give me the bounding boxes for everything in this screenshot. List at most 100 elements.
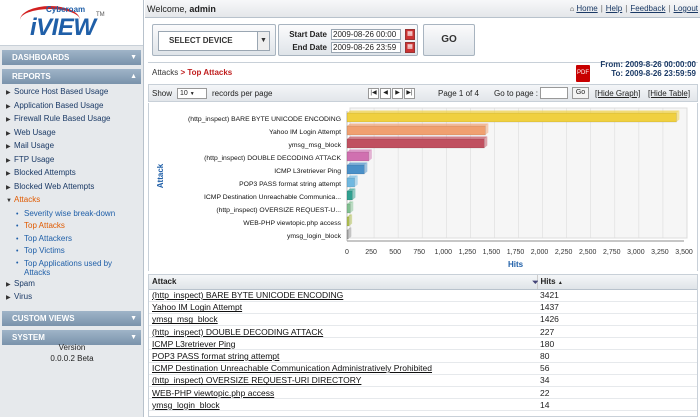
sidebar-subitem-top-attackers[interactable]: • Top Attackers xyxy=(0,233,143,246)
column-attack[interactable]: Attack ⏷ xyxy=(149,275,539,290)
table-row: ICMP Destination Unreachable Communicati… xyxy=(149,362,697,375)
sidebar-item-source-host[interactable]: ▶ Source Host Based Usage xyxy=(0,86,143,100)
data-table: Attack ⏷ Hits ▲ (http_inspect) BARE BYTE … xyxy=(149,275,697,412)
y-tick-label: ICMP L3retriever Ping xyxy=(274,168,341,175)
attack-link[interactable]: (http_inspect) OVERSIZE REQUEST-URI DIRE… xyxy=(152,375,361,385)
go-button[interactable]: GO xyxy=(423,24,475,56)
bullet-icon: • xyxy=(16,235,19,243)
calendar-icon[interactable]: ▦ xyxy=(405,42,415,53)
from-label: From: xyxy=(600,60,624,69)
table-body: (http_inspect) BARE BYTE UNICODE ENCODIN… xyxy=(149,289,697,412)
triangle-right-icon: ▶ xyxy=(6,144,11,150)
feedback-link[interactable]: Feedback xyxy=(630,4,665,13)
last-page-icon[interactable]: ▶| xyxy=(404,88,415,99)
attack-link[interactable]: ICMP L3retriever Ping xyxy=(152,339,235,349)
breadcrumb-bar: Attacks > Top Attacks PDF From: 2009-8-2… xyxy=(148,60,698,84)
sidebar-item-label: Application Based Usage xyxy=(14,100,104,110)
attack-link[interactable]: ICMP Destination Unreachable Communicati… xyxy=(152,363,432,373)
logout-link[interactable]: Logout xyxy=(674,4,698,13)
attack-link[interactable]: POP3 PASS format string attempt xyxy=(152,351,279,361)
sidebar-item-ftp-usage[interactable]: ▶ FTP Usage xyxy=(0,154,143,168)
y-tick-label: ymsg_msg_block xyxy=(288,142,341,149)
calendar-icon[interactable]: ▦ xyxy=(405,29,415,40)
bar-top xyxy=(347,136,488,139)
hits-cell: 34 xyxy=(537,374,697,388)
y-axis-title: Attack xyxy=(156,163,165,188)
sidebar-item-virus[interactable]: ▶ Virus xyxy=(0,291,143,305)
page-info: Page 1 of 4 xyxy=(438,89,479,98)
sidebar-subitem-severity[interactable]: • Severity wise break-down xyxy=(0,208,143,221)
cyberoam-iview-logo[interactable]: Cyberoam iVIEW TM xyxy=(0,0,143,46)
x-tick-label: 1,500 xyxy=(483,249,501,256)
sidebar-item-label: Mail Usage xyxy=(14,141,55,150)
attack-link[interactable]: ymsg_login_block xyxy=(152,400,220,410)
attack-link[interactable]: Yahoo IM Login Attempt xyxy=(152,302,242,312)
attack-link[interactable]: ymsg_msg_block xyxy=(152,314,218,324)
attack-cell: WEB-PHP viewtopic.php access xyxy=(149,386,537,400)
sidebar-item-label: Web Usage xyxy=(14,127,56,137)
triangle-right-icon: ▶ xyxy=(6,171,11,177)
sidebar-item-label: Virus xyxy=(14,292,33,301)
attack-link[interactable]: WEB-PHP viewtopic.php access xyxy=(152,388,274,398)
x-axis-title: Hits xyxy=(508,260,524,269)
chevron-down-icon: ▼ xyxy=(130,314,137,322)
logo-brand: Cyberoam xyxy=(46,5,86,14)
section-custom-views[interactable]: CUSTOM VIEWS ▼ xyxy=(2,310,141,326)
pdf-export-icon[interactable]: PDF xyxy=(576,65,590,82)
bullet-icon: • xyxy=(16,248,19,255)
hits-cell: 22 xyxy=(537,386,697,400)
sidebar-item-mail-usage[interactable]: ▶ Mail Usage xyxy=(0,140,143,154)
first-page-icon[interactable]: |◀ xyxy=(368,88,379,99)
sidebar-subitem-top-victims[interactable]: • Top Victims xyxy=(0,245,143,258)
records-per-page-select[interactable]: 10 ▼ xyxy=(177,88,207,99)
sidebar-item-firewall-rule[interactable]: ▶ Firewall Rule Based Usage xyxy=(0,113,143,127)
table-row: WEB-PHP viewtopic.php access 22 xyxy=(149,386,697,400)
x-tick-label: 0 xyxy=(345,249,349,256)
section-dashboards[interactable]: DASHBOARDS ▼ xyxy=(2,50,141,65)
hide-graph-link[interactable]: [Hide Graph] xyxy=(595,89,640,98)
version-label: Version xyxy=(58,343,86,352)
reports-nav: ▶ Source Host Based Usage ▶ Application Ba… xyxy=(0,86,143,305)
sidebar-item-label: Blocked Attempts xyxy=(14,168,76,177)
table-row: ymsg_login_block 14 xyxy=(149,398,697,412)
next-page-icon[interactable]: ▶ xyxy=(392,88,403,99)
sidebar-subitem-top-attacks[interactable]: • Top Attacks xyxy=(0,220,143,233)
version-info: Version 0.0.0.2 Beta xyxy=(0,342,144,364)
x-tick-label: 750 xyxy=(413,249,425,256)
sidebar-item-attacks[interactable]: ▼ Attacks xyxy=(0,194,143,208)
hits-cell: 227 xyxy=(537,325,697,339)
table-row: (http_inspect) OVERSIZE REQUEST-URI DIRE… xyxy=(149,374,697,388)
breadcrumb-parent[interactable]: Attacks xyxy=(152,68,178,77)
device-select[interactable]: SELECT DEVICE ▼ xyxy=(158,31,270,51)
table-row: ymsg_msg_block 1426 xyxy=(149,313,697,327)
goto-page-input[interactable] xyxy=(540,87,568,99)
sidebar-subitem-label: Severity wise break-down xyxy=(24,208,116,218)
home-link[interactable]: Home xyxy=(576,4,597,13)
column-hits[interactable]: Hits ▲ xyxy=(536,275,697,290)
sidebar-subitem-top-applications[interactable]: • Top Applications used by Attacks xyxy=(0,258,143,278)
help-link[interactable]: Help xyxy=(606,4,622,13)
start-date-input[interactable]: 2009-08-26 00:00 xyxy=(331,29,401,40)
sidebar-item-application[interactable]: ▶ Application Based Usage xyxy=(0,100,143,114)
column-attack-label: Attack xyxy=(152,277,177,287)
hide-table-link[interactable]: [Hide Table] xyxy=(648,89,690,98)
goto-label: Go to page : xyxy=(494,89,539,98)
sidebar-subitem-label: Top Applications used by Attacks xyxy=(24,258,113,278)
section-reports[interactable]: REPORTS ▲ xyxy=(2,69,141,84)
goto-page-button[interactable]: Go xyxy=(572,87,589,99)
attack-link[interactable]: (http_inspect) DOUBLE DECODING ATTACK xyxy=(152,327,323,337)
sidebar-item-spam[interactable]: ▶ Spam xyxy=(0,278,143,292)
section-dashboards-label: DASHBOARDS xyxy=(12,53,70,62)
hits-cell: 14 xyxy=(537,398,697,412)
bar xyxy=(346,216,350,227)
sidebar-item-blocked-attempts[interactable]: ▶ Blocked Attempts xyxy=(0,167,143,181)
hits-cell: 1437 xyxy=(537,301,697,314)
end-date-input[interactable]: 2009-08-26 23:59 xyxy=(331,42,401,53)
sidebar-item-label: Source Host Based Usage xyxy=(14,87,109,96)
sidebar-item-label: Attacks xyxy=(14,195,41,204)
sidebar-item-blocked-web[interactable]: ▶ Blocked Web Attempts xyxy=(0,181,143,195)
triangle-right-icon: ▶ xyxy=(6,281,11,288)
prev-page-icon[interactable]: ◀ xyxy=(380,88,391,99)
attack-link[interactable]: (http_inspect) BARE BYTE UNICODE ENCODIN… xyxy=(152,290,343,300)
sidebar-item-web-usage[interactable]: ▶ Web Usage xyxy=(0,127,143,141)
